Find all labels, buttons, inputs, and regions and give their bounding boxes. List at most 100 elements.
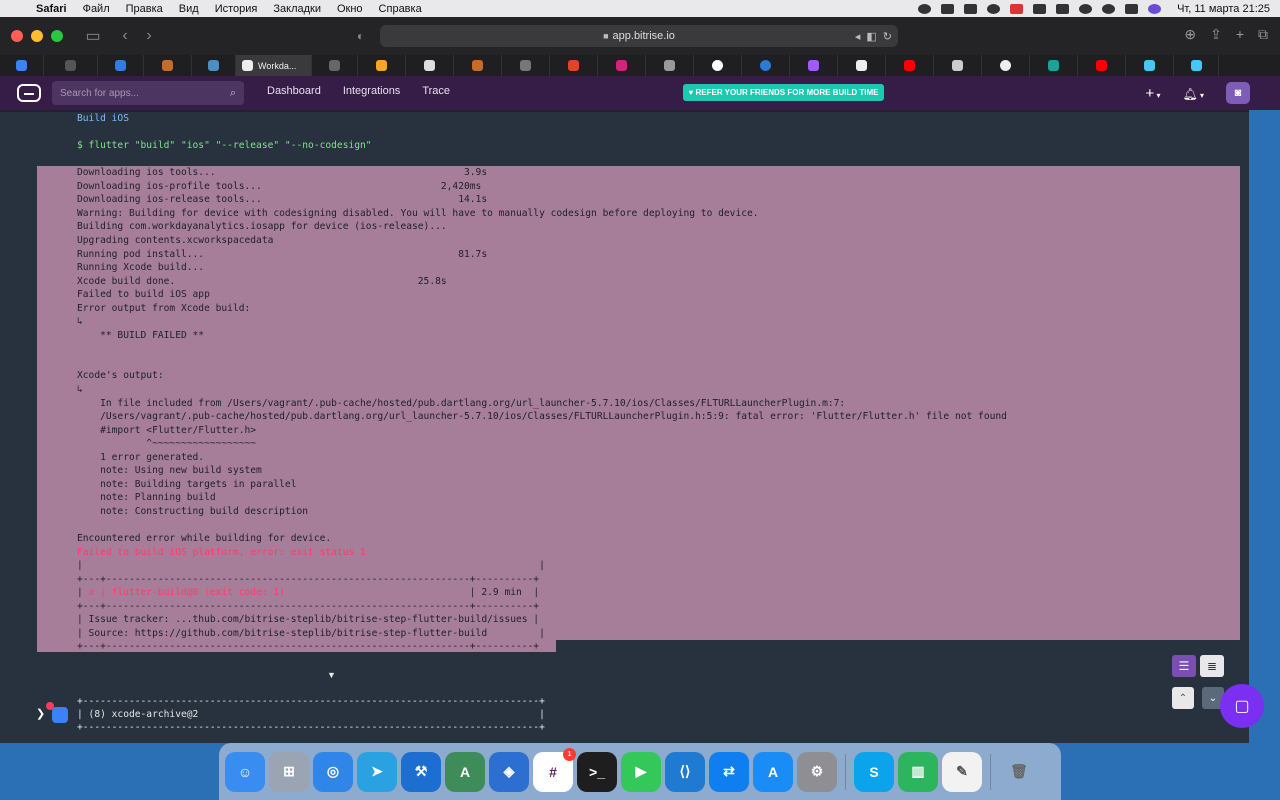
safari-icon[interactable]: ◎ bbox=[313, 751, 353, 792]
address-bar[interactable]: ■ app.bitrise.io ◂ ◧ ↻ bbox=[380, 25, 898, 47]
menu-edit[interactable]: Правка bbox=[126, 3, 163, 15]
nav-integrations[interactable]: Integrations bbox=[343, 85, 400, 97]
tab[interactable] bbox=[790, 55, 838, 76]
status-icon[interactable] bbox=[918, 3, 932, 14]
teamviewer-icon[interactable]: ⇄ bbox=[709, 751, 749, 792]
profile-menu[interactable]: ◙ bbox=[1226, 82, 1250, 104]
tab[interactable] bbox=[454, 55, 502, 76]
step-label[interactable]: | (8) xcode-archive@2 | bbox=[77, 709, 545, 720]
tab-favicon bbox=[329, 60, 340, 71]
finder-icon[interactable]: ☺ bbox=[225, 751, 265, 792]
status-icon[interactable] bbox=[964, 3, 978, 14]
tab[interactable] bbox=[358, 55, 406, 76]
slack-icon[interactable]: #1 bbox=[533, 747, 576, 792]
search-input[interactable]: Search for apps... ⌕ bbox=[52, 81, 244, 105]
flag-icon[interactable] bbox=[1010, 3, 1024, 14]
menu-window[interactable]: Окно bbox=[337, 3, 363, 15]
control-center-icon[interactable] bbox=[1125, 3, 1139, 14]
system-preferences-icon[interactable]: ⚙ bbox=[797, 751, 837, 792]
dock: ☺ ⊞ ◎ ➤ ⚒ A ◈ #1 >_ ▶ ⟨⟩ ⇄ A ⚙ S ▥ ✎ 🗑︎ bbox=[219, 743, 1061, 800]
facetime-icon[interactable]: ▶ bbox=[621, 751, 661, 792]
tab[interactable] bbox=[98, 55, 144, 76]
launchpad-icon[interactable]: ⊞ bbox=[269, 751, 309, 792]
tab[interactable] bbox=[1126, 55, 1174, 76]
battery-icon[interactable] bbox=[1056, 3, 1070, 14]
speaker-icon[interactable]: ◂ bbox=[855, 30, 861, 43]
scroll-down-icon[interactable]: ▼ bbox=[327, 670, 336, 680]
nav-trace[interactable]: Trace bbox=[422, 85, 450, 97]
referral-button[interactable]: ♥ REFER YOUR FRIENDS FOR MORE BUILD TIME bbox=[683, 84, 884, 101]
raw-lines-button[interactable]: ≣ bbox=[1200, 655, 1224, 677]
forward-icon[interactable]: › bbox=[137, 27, 161, 45]
log-line: Error output from Xcode build: bbox=[77, 302, 251, 314]
tab[interactable] bbox=[44, 55, 98, 76]
textedit-icon[interactable]: ✎ bbox=[942, 751, 982, 792]
status-icon[interactable] bbox=[941, 3, 955, 14]
status-icon[interactable] bbox=[987, 3, 1001, 14]
wifi-icon[interactable] bbox=[1079, 3, 1093, 14]
share-icon[interactable]: ⇪ bbox=[1210, 26, 1222, 43]
translate-icon[interactable]: ◧ bbox=[866, 30, 876, 43]
tab[interactable] bbox=[502, 55, 550, 76]
expand-chevron-icon[interactable]: ❯ bbox=[36, 707, 45, 720]
tab[interactable] bbox=[598, 55, 646, 76]
tab[interactable] bbox=[886, 55, 934, 76]
tab[interactable] bbox=[838, 55, 886, 76]
android-studio-icon[interactable]: A bbox=[445, 751, 485, 792]
scroll-top-button[interactable]: ⌃ bbox=[1172, 687, 1194, 709]
build-log[interactable]: Build iOS $ flutter "build" "ios" "--rele… bbox=[0, 110, 1249, 743]
tab[interactable] bbox=[550, 55, 598, 76]
tab[interactable] bbox=[406, 55, 454, 76]
menu-bookmarks[interactable]: Закладки bbox=[273, 3, 321, 15]
nav-dashboard[interactable]: Dashboard bbox=[267, 85, 321, 97]
tab[interactable] bbox=[694, 55, 742, 76]
privacy-shield-icon[interactable]: ◐ bbox=[357, 29, 364, 43]
vscode-icon[interactable]: ⟨⟩ bbox=[665, 751, 705, 792]
telegram-icon[interactable]: ➤ bbox=[357, 751, 397, 792]
menu-history[interactable]: История bbox=[215, 3, 258, 15]
menubar-clock[interactable]: Чт, 11 марта 21:25 bbox=[1177, 3, 1270, 15]
tab[interactable] bbox=[0, 55, 44, 76]
menu-file[interactable]: Файл bbox=[83, 3, 110, 15]
minimize-button[interactable] bbox=[31, 30, 43, 42]
bitrise-logo-icon[interactable] bbox=[17, 84, 41, 102]
trash-icon[interactable]: 🗑︎ bbox=[999, 752, 1039, 792]
add-button[interactable]: + ▾ bbox=[1146, 85, 1161, 102]
wrap-lines-button[interactable]: ☰ bbox=[1172, 655, 1196, 677]
tab[interactable] bbox=[934, 55, 982, 76]
menu-safari[interactable]: Safari bbox=[36, 3, 67, 15]
new-tab-icon[interactable]: + bbox=[1236, 26, 1244, 43]
tab[interactable] bbox=[192, 55, 236, 76]
chat-button[interactable]: ▢ bbox=[1220, 684, 1264, 728]
reload-icon[interactable]: ↻ bbox=[883, 30, 892, 43]
terminal-icon[interactable]: >_ bbox=[577, 751, 617, 792]
close-button[interactable] bbox=[11, 30, 23, 42]
tab[interactable] bbox=[312, 55, 358, 76]
tab[interactable] bbox=[982, 55, 1030, 76]
tab[interactable] bbox=[144, 55, 192, 76]
zoom-button[interactable] bbox=[51, 30, 63, 42]
tab[interactable] bbox=[742, 55, 790, 76]
tab-active[interactable]: Workda... bbox=[236, 55, 312, 76]
menu-view[interactable]: Вид bbox=[179, 3, 199, 15]
app-store-icon[interactable]: A bbox=[753, 751, 793, 792]
sidebar-icon[interactable]: ▭ bbox=[81, 26, 105, 46]
downloads-icon[interactable]: ⊕ bbox=[1184, 26, 1196, 43]
tab[interactable] bbox=[1078, 55, 1126, 76]
log-line: ^~~~~~~~~~~~~~~~~~~ bbox=[77, 438, 257, 450]
tab-overview-icon[interactable]: ⧉ bbox=[1258, 26, 1268, 43]
menu-help[interactable]: Справка bbox=[379, 3, 422, 15]
url-text: app.bitrise.io bbox=[612, 30, 675, 42]
tab[interactable] bbox=[646, 55, 694, 76]
bluetooth-icon[interactable] bbox=[1033, 3, 1047, 14]
search-icon[interactable] bbox=[1102, 3, 1116, 14]
notifications-button[interactable]: 🔔︎ ▾ bbox=[1183, 85, 1204, 102]
siri-icon[interactable] bbox=[1148, 3, 1162, 14]
numbers-icon[interactable]: ▥ bbox=[898, 751, 938, 792]
skype-icon[interactable]: S bbox=[854, 751, 894, 792]
instruments-icon[interactable]: ◈ bbox=[489, 751, 529, 792]
xcode-icon[interactable]: ⚒ bbox=[401, 751, 441, 792]
back-icon[interactable]: ‹ bbox=[113, 27, 137, 45]
tab[interactable] bbox=[1030, 55, 1078, 76]
tab[interactable] bbox=[1174, 55, 1219, 76]
